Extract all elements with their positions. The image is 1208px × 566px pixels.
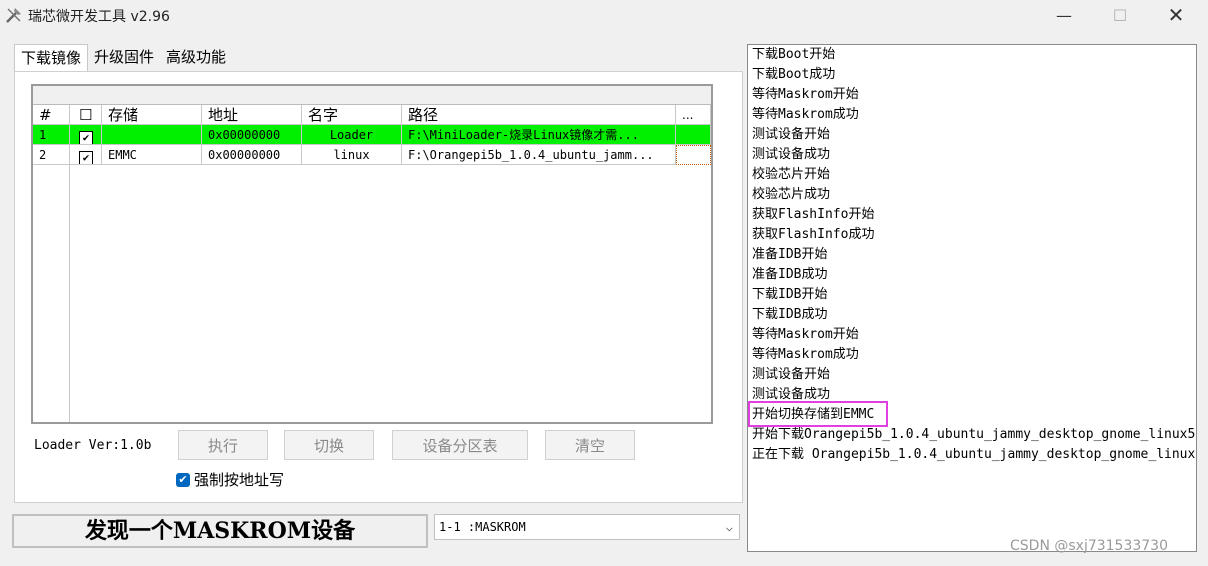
chevron-down-icon[interactable]: ⌵ [726, 515, 733, 539]
grid-top-bar [33, 86, 711, 105]
force-address-write-checkbox[interactable]: ✔ 强制按地址写 [176, 469, 284, 490]
row-address[interactable]: 0x00000000 [202, 125, 302, 145]
log-line: 下载IDB开始 [752, 287, 828, 302]
device-select-value: 1-1 :MASKROM [439, 520, 526, 534]
col-header-name: 名字 [302, 105, 402, 125]
log-line: 测试设备开始 [752, 367, 831, 382]
row-storage[interactable] [102, 125, 202, 145]
loader-version: Loader Ver:1.0b [34, 438, 152, 453]
row-number: 2 [33, 145, 70, 165]
row-number-gutter [33, 165, 70, 422]
row-name[interactable]: Loader [302, 125, 402, 145]
log-line: 开始下载Orangepi5b_1.0.4_ubuntu_jammy_deskto… [752, 427, 1197, 442]
log-line: 下载Boot开始 [752, 47, 836, 62]
watermark: CSDN @sxj731533730 [1010, 538, 1168, 554]
row-storage[interactable]: EMMC [102, 145, 202, 165]
log-line: 下载IDB成功 [752, 307, 828, 322]
row-checkbox[interactable]: ✔ [79, 151, 93, 164]
log-line: 准备IDB开始 [752, 247, 828, 262]
log-line: 准备IDB成功 [752, 267, 828, 282]
row-number: 1 [33, 125, 70, 145]
log-line: 等待Maskrom开始 [752, 87, 859, 102]
log-line: 等待Maskrom成功 [752, 107, 859, 122]
col-header-num: # [33, 105, 70, 125]
switch-button[interactable]: 切换 [284, 430, 374, 460]
tab-bar: 下载镜像 升级固件 高级功能 [14, 44, 232, 73]
log-line: 下载Boot成功 [752, 67, 836, 82]
log-line: 正在下载 Orangepi5b_1.0.4_ubuntu_jammy_deskt… [752, 447, 1197, 462]
app-tools-icon [6, 8, 21, 23]
log-line: 测试设备成功 [752, 147, 831, 162]
checkbox-checked-icon[interactable]: ✔ [176, 472, 190, 487]
window-title: 瑞芯微开发工具 v2.96 [28, 9, 170, 25]
row-checkbox[interactable]: ✔ [79, 131, 93, 144]
row-checkbox-cell[interactable]: ✔ [70, 145, 102, 165]
tab-upgrade-firmware[interactable]: 升级固件 [88, 44, 160, 70]
log-line: 获取FlashInfo成功 [752, 227, 875, 242]
row-checkbox-cell[interactable]: ✔ [70, 125, 102, 145]
log-line: 校验芯片开始 [752, 167, 831, 182]
row-path[interactable]: F:\Orangepi5b_1.0.4_ubuntu_jamm... [402, 145, 676, 165]
row-path[interactable]: F:\MiniLoader-烧录Linux镜像才需... [402, 125, 676, 145]
close-button[interactable]: ✕ [1148, 0, 1204, 30]
title-bar: 瑞芯微开发工具 v2.96 — ☐ ✕ [0, 0, 1208, 30]
log-line: 获取FlashInfo开始 [752, 207, 875, 222]
log-highlight-box [748, 401, 888, 427]
tab-download-image[interactable]: 下载镜像 [14, 44, 89, 73]
row-name[interactable]: linux [302, 145, 402, 165]
row-address[interactable]: 0x00000000 [202, 145, 302, 165]
force-address-write-label: 强制按地址写 [194, 471, 285, 489]
col-header-check[interactable]: ☐ [70, 105, 102, 125]
minimize-button[interactable]: — [1036, 0, 1092, 30]
partition-table-button[interactable]: 设备分区表 [392, 430, 528, 460]
log-line: 测试设备开始 [752, 127, 831, 142]
device-select[interactable]: 1-1 :MASKROM ⌵ [434, 514, 740, 540]
device-status: 发现一个MASKROM设备 [12, 514, 428, 548]
log-line: 等待Maskrom开始 [752, 327, 859, 342]
col-header-storage: 存储 [102, 105, 202, 125]
tab-advanced[interactable]: 高级功能 [160, 44, 232, 70]
log-line: 校验芯片成功 [752, 187, 831, 202]
row-browse-cell[interactable] [676, 145, 711, 165]
col-header-path: 路径 [402, 105, 676, 125]
col-header-address: 地址 [202, 105, 302, 125]
maximize-button[interactable]: ☐ [1092, 0, 1148, 30]
col-header-more: ... [676, 105, 711, 125]
image-grid: # ☐ 存储 地址 名字 路径 ... 1 ✔ 0x00000000 Loade… [31, 84, 713, 424]
run-button[interactable]: 执行 [178, 430, 268, 460]
log-panel[interactable]: 下载Boot开始 下载Boot成功 等待Maskrom开始 等待Maskrom成… [747, 44, 1197, 552]
log-line: 等待Maskrom成功 [752, 347, 859, 362]
clear-button[interactable]: 清空 [545, 430, 635, 460]
row-browse-cell[interactable] [676, 125, 711, 145]
